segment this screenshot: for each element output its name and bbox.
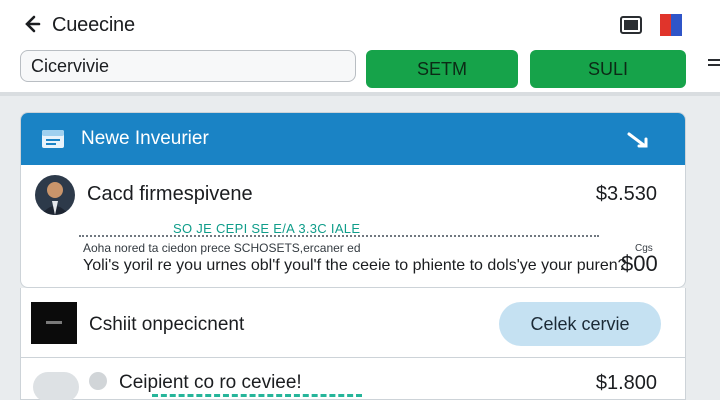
item-small-text: Aoha nored ta ciedon prece SCHOSETS,erca… <box>83 241 361 255</box>
item-description: Yoli's yoril re you urnes obl'f youl'f t… <box>83 257 627 274</box>
menu-icon[interactable] <box>706 56 720 70</box>
list-item-title: Cshiit onpecicnent <box>89 314 245 335</box>
app-title: Cueecine <box>52 14 135 36</box>
list-item-price: $1.800 <box>595 372 657 394</box>
search-input[interactable] <box>20 50 356 82</box>
top-bar: Cueecine SETM SULI <box>0 0 720 96</box>
item-note: SO JE CEPI SE E/A 3.3C IALE <box>173 221 361 236</box>
teal-dashed-line <box>152 394 362 397</box>
small-price: $00 <box>621 251 658 276</box>
dotted-divider <box>79 235 599 237</box>
avatar <box>35 175 75 215</box>
dark-thumbnail-icon <box>31 302 77 344</box>
list-item-title: Ceipient co ro ceviee! <box>119 372 302 393</box>
chevron-icon[interactable] <box>625 129 651 151</box>
calendar-icon <box>42 130 64 148</box>
item-title: Cacd firmespivene <box>87 183 253 205</box>
card-header-title: Newe Inveurier <box>81 128 209 149</box>
inventory-card: Newe Inveurier Cacd firmespivene $3.530 … <box>20 112 686 288</box>
back-arrow-icon[interactable] <box>20 12 44 36</box>
setm-button[interactable]: SETM <box>366 50 518 88</box>
top-divider <box>0 92 720 96</box>
item-price: $3.530 <box>595 183 657 205</box>
card-header: Newe Inveurier <box>21 113 685 165</box>
radio-button[interactable] <box>89 372 107 390</box>
select-button[interactable]: Celek cervie <box>499 302 661 346</box>
toggle-switch[interactable] <box>33 372 79 400</box>
window-icon[interactable] <box>620 16 642 34</box>
suli-button[interactable]: SULI <box>530 50 686 88</box>
flag-icon[interactable] <box>660 14 682 36</box>
list-item: Cshiit onpecicnent Celek cervie <box>20 288 686 358</box>
